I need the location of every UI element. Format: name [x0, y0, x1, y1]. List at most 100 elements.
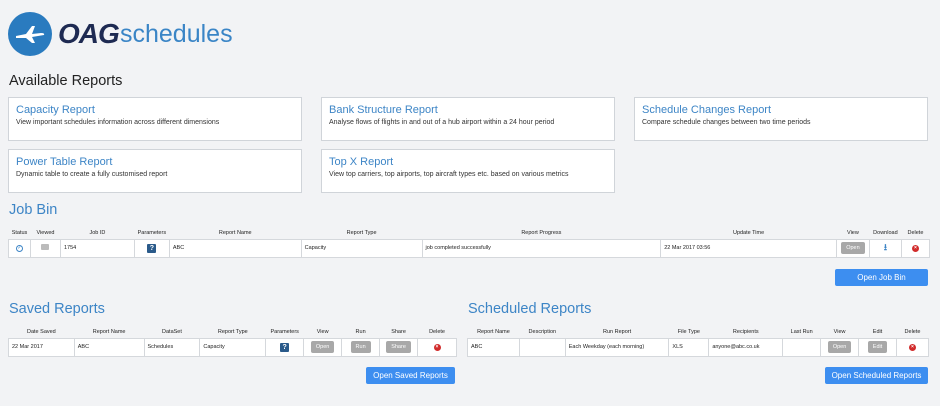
edit-button[interactable]: Edit	[867, 341, 888, 353]
view-cell: Open	[820, 337, 860, 357]
delete-icon[interactable]: ×	[909, 343, 916, 351]
run-report-cell: Each Weekday (each morning)	[564, 337, 670, 357]
saved-reports-title: Saved Reports	[9, 301, 105, 317]
col-report-type: Report Type	[217, 328, 248, 335]
capacity-report-card[interactable]: Capacity Report View important schedules…	[8, 97, 302, 141]
col-parameters: Parameters	[137, 229, 167, 236]
col-view: View	[833, 328, 846, 335]
report-name-cell: ABC	[168, 238, 302, 258]
card-desc: View important schedules information acr…	[16, 119, 220, 126]
open-button[interactable]: Open	[310, 341, 335, 353]
delete-cell: ×	[417, 337, 457, 357]
col-run-report: Run Report	[603, 328, 632, 335]
col-delete: Delete	[904, 328, 921, 335]
col-job-id: Job ID	[89, 229, 106, 236]
view-cell: Open	[835, 238, 870, 258]
col-recipients: Recipients	[732, 328, 759, 335]
col-delete: Delete	[429, 328, 445, 335]
open-job-bin-button[interactable]: Open Job Bin	[835, 269, 928, 286]
report-type-cell: Capacity	[300, 238, 423, 258]
col-file-type: File Type	[677, 328, 700, 335]
delete-icon[interactable]: ×	[433, 343, 441, 351]
check-circle-icon: ✓	[15, 244, 23, 252]
date-saved-cell: 22 Mar 2017	[8, 337, 75, 357]
bank-structure-report-card[interactable]: Bank Structure Report Analyse flows of f…	[321, 97, 615, 141]
col-status: Status	[11, 229, 28, 236]
dataset-cell: Schedules	[143, 337, 201, 357]
available-reports-title: Available Reports	[9, 73, 123, 89]
view-cell: Open	[303, 337, 343, 357]
col-update-time: Update Time	[732, 229, 765, 236]
card-title: Capacity Report	[16, 104, 95, 116]
col-last-run: Last Run	[790, 328, 813, 335]
col-dataset: DataSet	[162, 328, 182, 335]
table-row: ✓ 1754 ? ABC Capacity job completed succ…	[8, 238, 931, 258]
question-icon[interactable]: ?	[147, 243, 157, 253]
col-report-name: Report Name	[477, 328, 510, 335]
open-button[interactable]: Open	[841, 242, 865, 254]
delete-cell: ×	[896, 337, 929, 357]
viewed-cell	[29, 238, 61, 258]
download-cell: ⭳	[868, 238, 902, 258]
share-button[interactable]: Share	[386, 341, 411, 353]
download-icon[interactable]: ⭳	[884, 242, 887, 252]
table-row: ABC Each Weekday (each morning) XLS anyo…	[467, 337, 929, 357]
col-parameters: Parameters	[270, 328, 299, 335]
col-delete: Delete	[907, 229, 924, 236]
open-scheduled-reports-button[interactable]: Open Scheduled Reports	[825, 367, 928, 384]
delete-cell: ×	[900, 238, 931, 258]
job-id-cell: 1754	[59, 238, 135, 258]
question-icon[interactable]: ?	[280, 342, 290, 352]
col-date-saved: Date Saved	[27, 328, 56, 335]
share-cell: Share	[379, 337, 419, 357]
col-report-name: Report Name	[218, 229, 252, 236]
envelope-icon	[41, 244, 50, 250]
power-table-report-card[interactable]: Power Table Report Dynamic table to crea…	[8, 149, 302, 193]
card-title: Schedule Changes Report	[642, 104, 772, 116]
saved-reports-table: Date Saved Report Name DataSet Report Ty…	[8, 326, 457, 357]
col-report-type: Report Type	[346, 229, 377, 236]
report-name-cell: ABC	[467, 337, 520, 357]
card-desc: Analyse flows of flights in and out of a…	[329, 119, 555, 126]
logo-brand: OAG	[58, 18, 120, 49]
open-button[interactable]: Open	[827, 341, 852, 353]
col-edit: Edit	[872, 328, 883, 335]
card-title: Power Table Report	[16, 156, 113, 168]
saved-reports-header-row: Date Saved Report Name DataSet Report Ty…	[9, 326, 457, 338]
table-row: 22 Mar 2017 ABC Schedules Capacity ? Ope…	[8, 337, 457, 357]
oag-logo: OAG schedules	[8, 12, 233, 56]
run-cell: Run	[341, 337, 381, 357]
card-desc: View top carriers, top airports, top air…	[329, 171, 569, 178]
card-desc: Compare schedule changes between two tim…	[642, 119, 811, 126]
logo-product: schedules	[120, 20, 233, 48]
col-download: Download	[873, 229, 898, 236]
airplane-icon	[8, 12, 52, 56]
edit-cell: Edit	[858, 337, 897, 357]
delete-icon[interactable]: ×	[911, 244, 919, 252]
file-type-cell: XLS	[668, 337, 710, 357]
update-time-cell: 22 Mar 2017 03:56	[660, 238, 837, 258]
last-run-cell	[782, 337, 822, 357]
card-desc: Dynamic table to create a fully customis…	[16, 171, 168, 178]
col-share: Share	[391, 328, 406, 335]
job-bin-table: Status Viewed Job ID Parameters Report N…	[8, 227, 931, 258]
top-x-report-card[interactable]: Top X Report View top carriers, top airp…	[321, 149, 615, 193]
col-view: View	[316, 328, 329, 335]
run-button[interactable]: Run	[350, 341, 371, 353]
col-viewed: Viewed	[36, 229, 55, 236]
card-title: Top X Report	[329, 156, 394, 168]
scheduled-reports-header-row: Report Name Description Run Report File …	[468, 326, 929, 338]
col-run: Run	[355, 328, 366, 335]
open-saved-reports-button[interactable]: Open Saved Reports	[366, 367, 455, 384]
parameters-cell: ?	[265, 337, 305, 357]
schedule-changes-report-card[interactable]: Schedule Changes Report Compare schedule…	[634, 97, 928, 141]
report-name-cell: ABC	[73, 337, 145, 357]
col-report-progress: Report Progress	[521, 229, 562, 236]
status-cell: ✓	[8, 238, 31, 258]
col-description: Description	[528, 328, 557, 335]
card-title: Bank Structure Report	[329, 104, 438, 116]
parameters-cell: ?	[133, 238, 170, 258]
description-cell	[518, 337, 566, 357]
report-type-cell: Capacity	[199, 337, 267, 357]
job-bin-header-row: Status Viewed Job ID Parameters Report N…	[9, 227, 930, 239]
